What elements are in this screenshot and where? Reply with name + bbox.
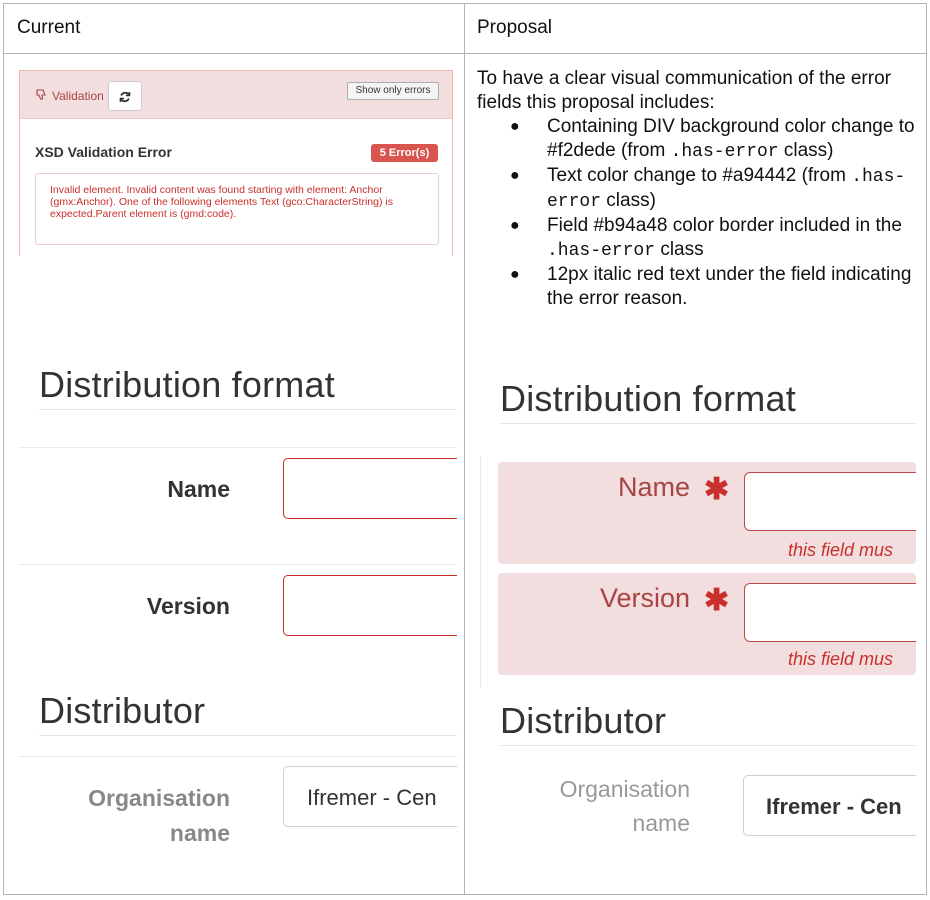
error-message: Invalid element. Invalid content was fou…: [35, 173, 439, 245]
version-error-message: this field mus: [788, 649, 894, 669]
validation-label[interactable]: Validation: [36, 89, 104, 103]
refresh-button[interactable]: [108, 81, 142, 111]
organisation-input-clip: Ifremer - Cen: [283, 765, 457, 829]
xsd-error-title: XSD Validation Error: [35, 144, 172, 160]
bullet-dot: ●: [510, 118, 520, 135]
name-input[interactable]: [283, 458, 457, 519]
name-error-message: this field mus: [788, 540, 894, 560]
required-icon: ✱: [704, 584, 730, 617]
bullet-item: ● Field #b94a48 color border included in …: [510, 215, 902, 261]
section-rule: [39, 409, 457, 410]
organisation-label: Organisation: [559, 776, 690, 802]
name-label: Name: [167, 476, 230, 502]
organisation-value: Ifremer - Cen: [766, 794, 902, 819]
organisation-input-clip: Ifremer - Cen: [743, 774, 916, 838]
version-label: Version: [599, 583, 690, 613]
show-only-errors-button[interactable]: Show only errors: [347, 82, 439, 100]
version-input[interactable]: [744, 583, 916, 642]
thumbs-down-icon: [36, 89, 48, 103]
proposal-section-title-distribution-format: Distribution format: [500, 378, 796, 419]
version-input-clip: [744, 582, 916, 646]
proposal-section-title-distributor: Distributor: [500, 700, 667, 741]
name-label: Name: [617, 472, 690, 502]
version-input-clip: [283, 574, 457, 638]
bullet-dot: ●: [510, 167, 520, 184]
column-header-proposal: Proposal: [477, 17, 552, 38]
proposal-bullets: ● Containing DIV background color change …: [477, 115, 917, 311]
name-input-clip: [283, 457, 457, 521]
section-rule: [500, 423, 916, 424]
name-input-clip: [744, 471, 916, 535]
column-divider: [464, 3, 465, 895]
validation-label-text: Validation: [52, 89, 104, 103]
bullet-dot: ●: [510, 266, 520, 283]
validation-panel: Validation Show only errors XSD Validati…: [19, 70, 453, 256]
organisation-label-name: name: [169, 820, 230, 846]
bullet-item: ● Containing DIV background color change …: [510, 116, 915, 162]
section-title-distribution-format: Distribution format: [39, 364, 335, 405]
version-label: Version: [146, 593, 230, 619]
organisation-value: Ifremer - Cen: [307, 785, 437, 810]
header-divider: [3, 53, 927, 54]
version-error-block: Version ✱ this field mus: [498, 573, 916, 675]
row-divider: [19, 447, 457, 448]
row-divider: [19, 756, 457, 757]
form-left-border: [480, 456, 481, 688]
validation-panel-header: Validation Show only errors: [20, 71, 452, 119]
proposal-description: To have a clear visual communication of …: [477, 67, 917, 311]
error-count-badge: 5 Error(s): [371, 144, 438, 162]
proposal-intro: To have a clear visual communication of …: [477, 68, 891, 113]
refresh-icon: [119, 88, 131, 104]
version-input[interactable]: [283, 575, 457, 636]
bullet-dot: ●: [510, 217, 520, 234]
section-rule: [39, 735, 457, 736]
bullet-item: ● Text color change to #a94442 (from .has…: [510, 165, 906, 212]
name-input[interactable]: [744, 472, 916, 531]
organisation-label-name: name: [632, 810, 690, 836]
name-error-block: Name ✱ this field mus: [498, 462, 916, 564]
organisation-label: Organisation: [88, 785, 230, 811]
column-header-current: Current: [17, 17, 81, 38]
bullet-item: ● 12px italic red text under the field in…: [510, 264, 912, 309]
required-icon: ✱: [704, 473, 730, 506]
section-title-distributor: Distributor: [39, 690, 206, 731]
section-rule: [500, 745, 916, 746]
row-divider: [19, 564, 457, 565]
